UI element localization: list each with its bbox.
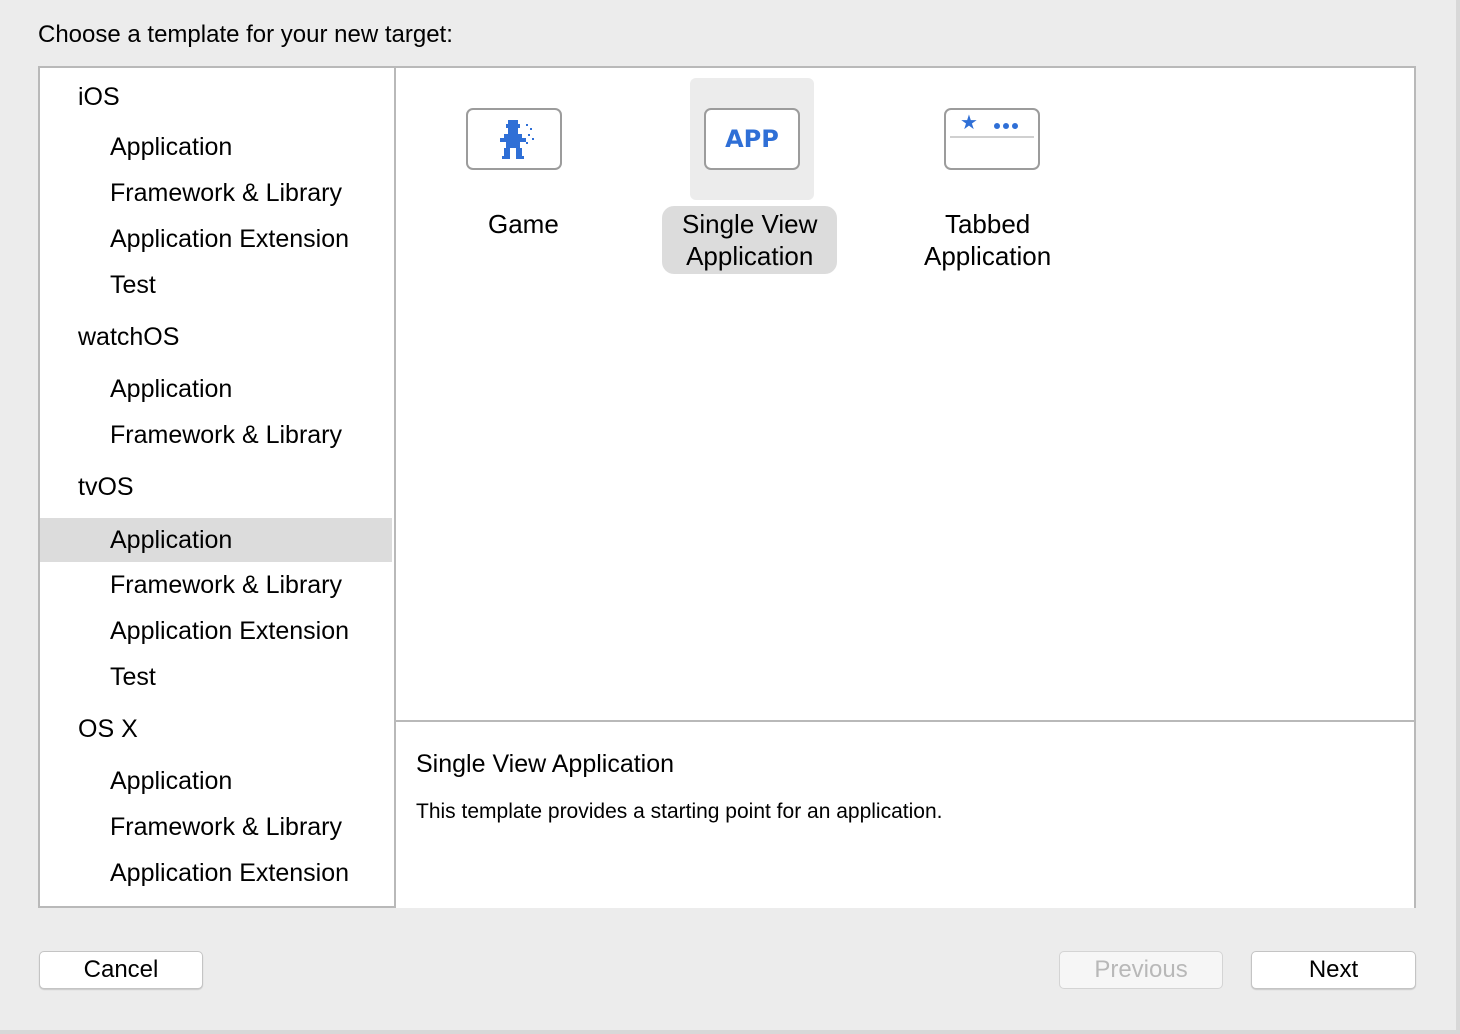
app-icon: APP <box>704 108 800 170</box>
sidebar-item-watchos-application[interactable]: Application <box>40 372 392 406</box>
page-title: Choose a template for your new target: <box>38 21 453 48</box>
sidebar-platform-ios: iOS <box>78 83 120 111</box>
previous-button[interactable]: Previous <box>1059 951 1223 989</box>
sidebar-item-tvos-framework-library[interactable]: Framework & Library <box>40 568 392 602</box>
template-game[interactable]: Game <box>426 68 606 288</box>
template-label: Single View Application <box>662 206 838 274</box>
sidebar-item-ios-application-extension[interactable]: Application Extension <box>40 222 392 256</box>
sidebar-platform-osx: OS X <box>78 715 138 743</box>
sidebar-item-osx-application-extension[interactable]: Application Extension <box>40 856 392 890</box>
sidebar-item-tvos-test[interactable]: Test <box>40 660 392 694</box>
description-title: Single View Application <box>416 750 675 778</box>
window-edge-bottom <box>0 1030 1460 1034</box>
sidebar-platform-tvos: tvOS <box>78 473 134 501</box>
template-label: Tabbed Application <box>904 206 1071 274</box>
game-sprite-icon <box>466 108 562 170</box>
template-label: Game <box>468 206 579 242</box>
tab-bar-divider <box>950 136 1034 138</box>
cancel-button[interactable]: Cancel <box>39 951 203 989</box>
template-grid: Game APP Single View Application ★ Tabbe <box>396 68 1414 720</box>
sidebar-item-osx-framework-library[interactable]: Framework & Library <box>40 810 392 844</box>
sidebar-item-watchos-framework-library[interactable]: Framework & Library <box>40 418 392 452</box>
template-label-line2: Application <box>686 241 814 271</box>
sidebar-item-ios-test[interactable]: Test <box>40 268 392 302</box>
template-label-line2: Application <box>924 241 1052 271</box>
description-text: This template provides a starting point … <box>416 800 943 823</box>
tab-bar-icon: ★ <box>944 108 1040 170</box>
app-icon-text: APP <box>725 125 779 153</box>
sidebar-platform-watchos: watchOS <box>78 323 180 351</box>
template-label-line1: Tabbed <box>944 209 1031 239</box>
sidebar-item-ios-framework-library[interactable]: Framework & Library <box>40 176 392 210</box>
template-chooser: iOS Application Framework & Library Appl… <box>38 66 1416 908</box>
template-tabbed-application[interactable]: ★ Tabbed Application <box>908 68 1088 288</box>
template-single-view-application[interactable]: APP Single View Application <box>662 68 846 288</box>
template-description-panel: Single View Application This template pr… <box>396 720 1414 908</box>
template-label-line1: Single View <box>682 209 818 239</box>
template-label-line1: Game <box>488 209 559 239</box>
platform-sidebar: iOS Application Framework & Library Appl… <box>40 68 396 906</box>
next-button[interactable]: Next <box>1251 951 1416 989</box>
sidebar-item-tvos-application-extension[interactable]: Application Extension <box>40 614 392 648</box>
sidebar-item-osx-application[interactable]: Application <box>40 764 392 798</box>
sidebar-item-ios-application[interactable]: Application <box>40 130 392 164</box>
window-edge <box>1456 0 1460 1034</box>
more-dots-icon <box>994 116 1021 134</box>
star-icon: ★ <box>960 112 978 134</box>
sidebar-item-tvos-application[interactable]: Application <box>40 518 392 562</box>
